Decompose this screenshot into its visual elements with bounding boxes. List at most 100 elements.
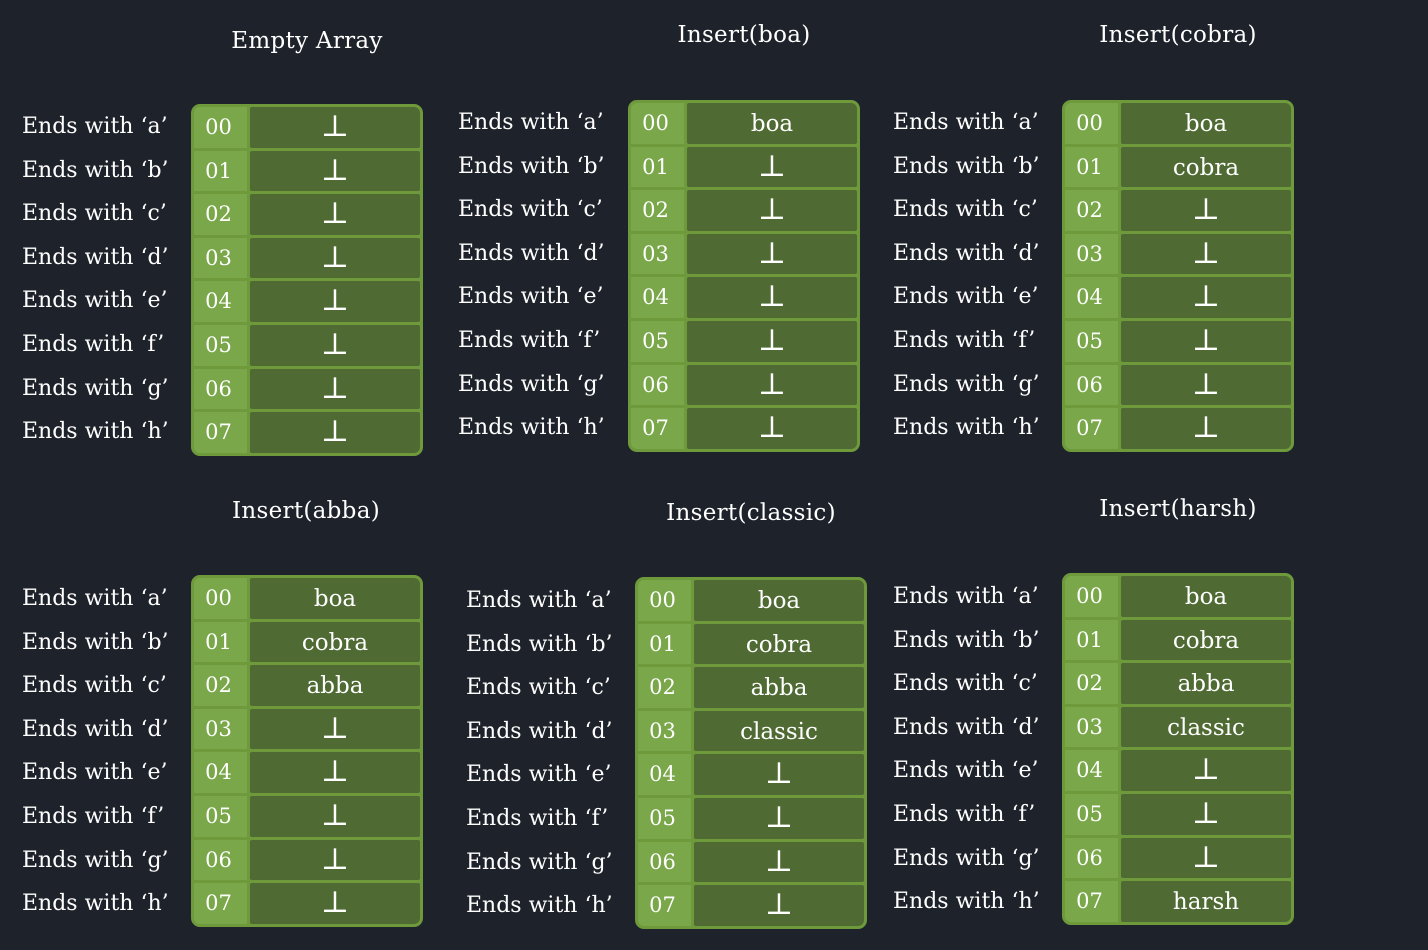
slot-index: 04 [194,281,247,322]
slot-index: 00 [631,103,684,144]
slot-value: classic [694,710,864,752]
row-label: Ends with ‘d’ [466,718,613,744]
panel-title: Insert(harsh) [1099,496,1257,522]
slot-index: 05 [1065,320,1118,362]
row-label: Ends with ‘c’ [22,201,167,227]
slot-index: 05 [194,324,247,366]
slot-index: 04 [194,752,247,793]
slot-index: 02 [1065,663,1118,704]
slot-index: 07 [638,885,691,926]
array-slot: 00 ⊥ [194,107,420,148]
slot-index: 05 [1065,793,1118,835]
row-label: Ends with ‘d’ [458,240,605,266]
slot-index: 02 [638,667,691,708]
array-slot: 04 ⊥ [1065,750,1291,791]
slot-value: classic [1121,706,1291,748]
array-slot: 02 abba [194,665,420,706]
array-slot: 01 cobra [1065,146,1291,188]
panel-6: Insert(harsh) Ends with ‘a’ Ends with ‘b’ E… [893,496,1323,946]
slot-index: 03 [631,233,684,275]
panel-4: Insert(abba) Ends with ‘a’ Ends with ‘b’ En… [22,498,452,948]
empty-slot-symbol: ⊥ [250,368,420,410]
array-slot: 02 ⊥ [194,194,420,235]
row-label: Ends with ‘h’ [22,891,169,917]
slot-index: 03 [638,710,691,752]
array-slot: 02 abba [638,667,864,708]
array-slot: 03 ⊥ [194,237,420,279]
empty-slot-symbol: ⊥ [687,146,857,188]
row-label: Ends with ‘b’ [22,157,169,183]
slot-index: 07 [194,883,247,924]
array-slot: 07 ⊥ [631,408,857,449]
array-slot: 02 abba [1065,663,1291,704]
slot-index: 07 [631,408,684,449]
empty-slot-symbol: ⊥ [250,412,420,453]
slot-index: 01 [631,146,684,188]
empty-slot-symbol: ⊥ [694,885,864,926]
empty-slot-symbol: ⊥ [1121,190,1291,231]
row-label: Ends with ‘d’ [22,716,169,742]
array-slot: 06 ⊥ [194,839,420,881]
panel-2: Insert(boa) Ends with ‘a’ Ends with ‘b’ End… [458,22,888,472]
row-label: Ends with ‘e’ [22,288,168,314]
slot-index: 06 [638,841,691,883]
slot-index: 06 [1065,837,1118,879]
empty-slot-symbol: ⊥ [250,281,420,322]
row-label: Ends with ‘g’ [893,371,1040,397]
array-slot: 04 ⊥ [194,281,420,322]
empty-slot-symbol: ⊥ [694,841,864,883]
row-label: Ends with ‘c’ [893,197,1038,223]
slot-index: 05 [638,797,691,839]
row-labels: Ends with ‘a’ Ends with ‘b’ Ends with ‘c’ E… [466,579,631,928]
row-labels: Ends with ‘a’ Ends with ‘b’ Ends with ‘c’ E… [893,575,1058,924]
slot-index: 01 [638,623,691,665]
array-slot: 01 cobra [638,623,864,665]
array-slot: 05 ⊥ [1065,320,1291,362]
empty-slot-symbol: ⊥ [694,797,864,839]
slot-value: boa [250,578,420,619]
empty-slot-symbol: ⊥ [1121,408,1291,449]
row-label: Ends with ‘e’ [466,762,612,788]
array-slot: 01 ⊥ [194,150,420,192]
hash-array: 00 boa 01 ⊥ 02 ⊥ 03 ⊥ 04 ⊥ 05 ⊥ 06 ⊥ 07 ⊥ [628,100,860,452]
row-label: Ends with ‘e’ [458,284,604,310]
row-label: Ends with ‘h’ [893,415,1040,441]
empty-slot-symbol: ⊥ [687,233,857,275]
row-label: Ends with ‘g’ [458,371,605,397]
slot-value: boa [1121,103,1291,144]
slot-index: 01 [1065,619,1118,661]
empty-slot-symbol: ⊥ [1121,793,1291,835]
empty-slot-symbol: ⊥ [250,324,420,366]
row-label: Ends with ‘f’ [893,327,1036,353]
row-label: Ends with ‘h’ [458,415,605,441]
slot-index: 00 [638,580,691,621]
empty-slot-symbol: ⊥ [250,839,420,881]
empty-slot-symbol: ⊥ [250,883,420,924]
slot-index: 05 [631,320,684,362]
hash-array: 00 boa 01 cobra 02 abba 03 classic 04 ⊥ 05 ⊥ 06 ⊥ 07 ⊥ [635,577,867,929]
row-label: Ends with ‘b’ [893,627,1040,653]
row-label: Ends with ‘g’ [893,845,1040,871]
row-label: Ends with ‘h’ [22,419,169,445]
empty-slot-symbol: ⊥ [250,107,420,148]
row-label: Ends with ‘a’ [893,584,1039,609]
slot-index: 07 [1065,881,1118,922]
row-label: Ends with ‘e’ [893,284,1039,310]
array-slot: 04 ⊥ [638,754,864,795]
slot-value: abba [250,665,420,706]
panel-title: Insert(abba) [232,498,380,524]
row-label: Ends with ‘f’ [458,327,601,353]
row-label: Ends with ‘b’ [466,631,613,657]
slot-index: 04 [1065,277,1118,318]
empty-slot-symbol: ⊥ [687,190,857,231]
array-slot: 03 ⊥ [1065,233,1291,275]
slot-index: 00 [1065,576,1118,617]
row-label: Ends with ‘b’ [893,153,1040,179]
slot-index: 06 [631,364,684,406]
slot-index: 04 [1065,750,1118,791]
empty-slot-symbol: ⊥ [687,277,857,318]
row-label: Ends with ‘c’ [458,197,603,223]
row-label: Ends with ‘g’ [22,847,169,873]
empty-slot-symbol: ⊥ [687,364,857,406]
hash-array: 00 boa 01 cobra 02 abba 03 ⊥ 04 ⊥ 05 ⊥ 06 ⊥ 07 ⊥ [191,575,423,927]
